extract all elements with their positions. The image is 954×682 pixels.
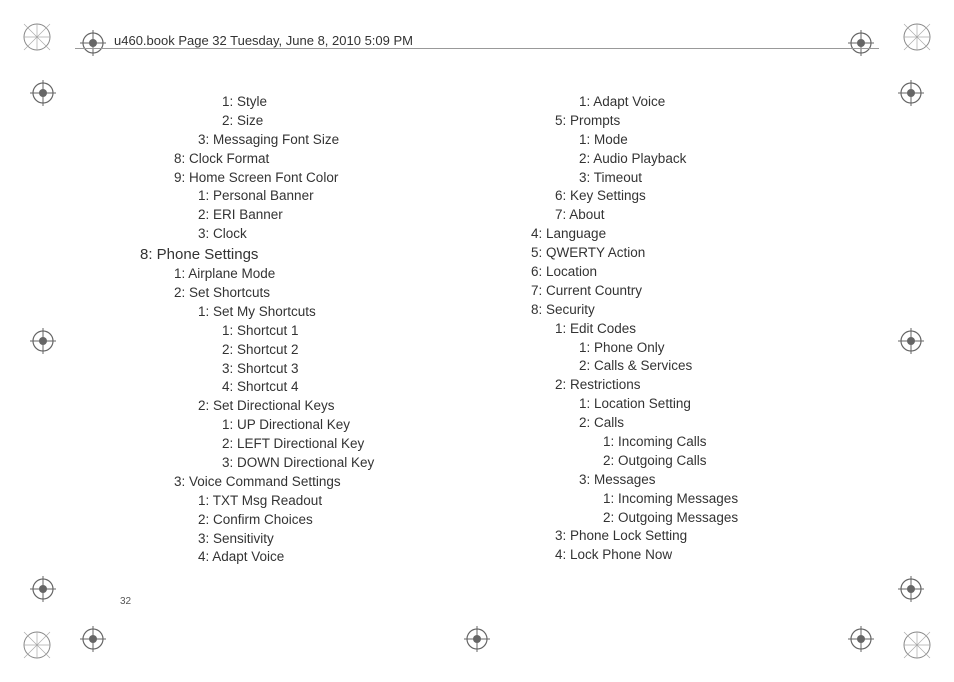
menu-item: 3: Shortcut 3 — [222, 360, 507, 379]
menu-item: 4: Lock Phone Now — [555, 546, 874, 565]
menu-item: 5: Prompts — [555, 112, 874, 131]
menu-item: 2: Audio Playback — [579, 150, 874, 169]
menu-item: 2: LEFT Directional Key — [222, 435, 507, 454]
menu-item: 2: Restrictions — [555, 376, 874, 395]
registration-mark-icon — [898, 576, 924, 602]
menu-item: 4: Adapt Voice — [198, 548, 507, 567]
menu-item: 2: Set Directional Keys — [198, 397, 507, 416]
menu-item: 3: Sensitivity — [198, 530, 507, 549]
menu-item: 2: Calls — [579, 414, 874, 433]
registration-mark-icon — [30, 328, 56, 354]
crop-mark-icon — [902, 22, 932, 52]
menu-item: 1: Edit Codes — [555, 320, 874, 339]
menu-item: 1: Location Setting — [579, 395, 874, 414]
registration-mark-icon — [30, 576, 56, 602]
page-number: 32 — [120, 596, 131, 607]
menu-item: 5: QWERTY Action — [531, 244, 874, 263]
header-divider — [75, 48, 879, 49]
menu-item: 3: Timeout — [579, 169, 874, 188]
menu-item: 2: Outgoing Calls — [603, 452, 874, 471]
crop-mark-icon — [22, 22, 52, 52]
menu-item: 2: ERI Banner — [198, 206, 507, 225]
menu-item: 9: Home Screen Font Color — [174, 169, 507, 188]
crop-mark-icon — [902, 630, 932, 660]
menu-item: 1: UP Directional Key — [222, 416, 507, 435]
menu-item: 4: Shortcut 4 — [222, 378, 507, 397]
menu-item: 1: Phone Only — [579, 339, 874, 358]
right-column: 1: Adapt Voice5: Prompts1: Mode2: Audio … — [507, 93, 874, 567]
menu-item: 1: Incoming Calls — [603, 433, 874, 452]
menu-item: 2: Set Shortcuts — [174, 284, 507, 303]
menu-item: 1: TXT Msg Readout — [198, 492, 507, 511]
menu-item: 1: Set My Shortcuts — [198, 303, 507, 322]
menu-item: 2: Confirm Choices — [198, 511, 507, 530]
menu-item: 8: Clock Format — [174, 150, 507, 169]
menu-item: 1: Adapt Voice — [579, 93, 874, 112]
registration-mark-icon — [464, 626, 490, 652]
menu-item: 6: Location — [531, 263, 874, 282]
registration-mark-icon — [30, 80, 56, 106]
menu-item: 8: Phone Settings — [140, 244, 507, 265]
menu-item: 3: DOWN Directional Key — [222, 454, 507, 473]
menu-item: 2: Calls & Services — [579, 357, 874, 376]
menu-item: 7: About — [555, 206, 874, 225]
menu-item: 1: Incoming Messages — [603, 490, 874, 509]
menu-item: 4: Language — [531, 225, 874, 244]
registration-mark-icon — [898, 80, 924, 106]
menu-item: 3: Voice Command Settings — [174, 473, 507, 492]
menu-item: 1: Shortcut 1 — [222, 322, 507, 341]
menu-item: 3: Clock — [198, 225, 507, 244]
menu-item: 2: Shortcut 2 — [222, 341, 507, 360]
menu-item: 2: Size — [222, 112, 507, 131]
registration-mark-icon — [80, 626, 106, 652]
registration-mark-icon — [848, 626, 874, 652]
crop-mark-icon — [22, 630, 52, 660]
menu-item: 1: Style — [222, 93, 507, 112]
menu-item: 3: Phone Lock Setting — [555, 527, 874, 546]
left-column: 1: Style2: Size3: Messaging Font Size8: … — [120, 93, 507, 567]
registration-mark-icon — [898, 328, 924, 354]
page-header: u460.book Page 32 Tuesday, June 8, 2010 … — [110, 33, 417, 48]
menu-item: 1: Mode — [579, 131, 874, 150]
menu-item: 8: Security — [531, 301, 874, 320]
registration-mark-icon — [848, 30, 874, 56]
menu-item: 3: Messages — [579, 471, 874, 490]
menu-item: 1: Airplane Mode — [174, 265, 507, 284]
menu-item: 1: Personal Banner — [198, 187, 507, 206]
menu-item: 3: Messaging Font Size — [198, 131, 507, 150]
menu-item: 2: Outgoing Messages — [603, 509, 874, 528]
registration-mark-icon — [80, 30, 106, 56]
menu-item: 6: Key Settings — [555, 187, 874, 206]
content-area: 1: Style2: Size3: Messaging Font Size8: … — [120, 93, 874, 567]
menu-item: 7: Current Country — [531, 282, 874, 301]
